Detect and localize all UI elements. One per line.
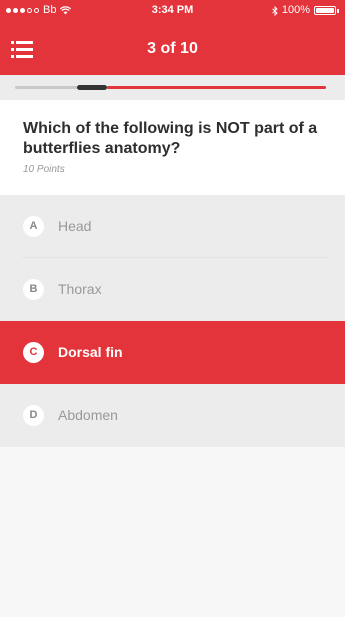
answer-label: Abdomen [58,407,118,423]
answer-option-c[interactable]: C Dorsal fin [0,321,345,384]
progress-remaining [107,86,326,89]
answer-label: Dorsal fin [58,344,123,360]
battery-status: 100% [272,0,339,21]
bluetooth-icon [272,5,278,16]
battery-percent: 100% [281,4,310,16]
answer-label: Head [58,218,92,234]
nav-bar: 3 of 10 [0,21,345,75]
answer-letter-badge: C [23,342,44,363]
status-bar: Bb 3:34 PM 100% [0,0,345,21]
question-card: Which of the following is NOT part of a … [0,100,345,195]
battery-tip [337,8,339,13]
answer-label: Thorax [58,281,102,297]
battery-icon [314,6,336,15]
question-counter: 3 of 10 [147,40,198,57]
answer-option-b[interactable]: B Thorax [0,258,345,321]
question-points: 10 Points [23,164,65,175]
answer-letter-badge: A [23,216,44,237]
answer-list: A Head B Thorax C Dorsal fin D Abdomen [0,195,345,447]
app-header: Bb 3:34 PM 100% 3 of 10 [0,0,345,75]
answer-letter-badge: D [23,405,44,426]
answer-option-d[interactable]: D Abdomen [0,384,345,447]
answer-option-a[interactable]: A Head [0,195,345,258]
answer-letter-badge: B [23,279,44,300]
question-text: Which of the following is NOT part of a … [23,120,318,157]
progress-bar [0,75,345,100]
progress-current-indicator [77,85,107,90]
